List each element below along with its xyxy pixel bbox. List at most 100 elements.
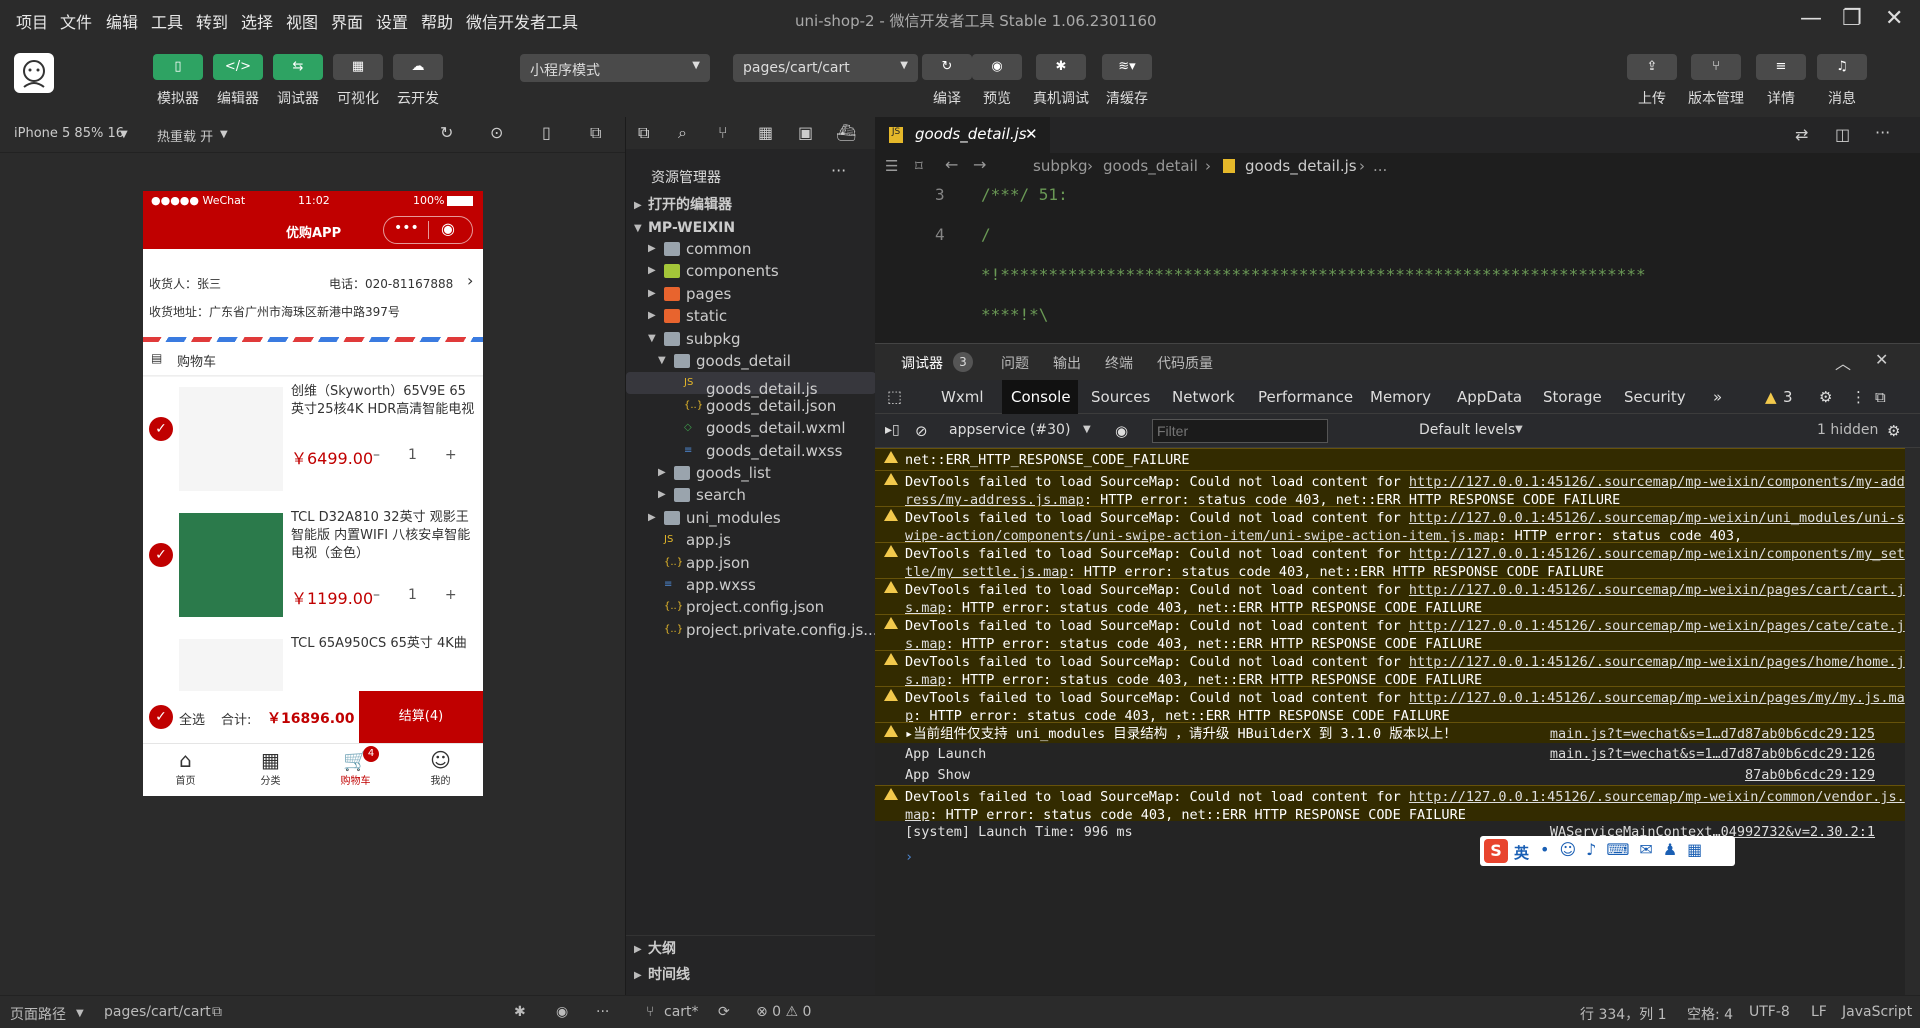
indent-spaces[interactable]: 空格: 4 xyxy=(1687,1004,1733,1024)
messages-button[interactable]: ♫ xyxy=(1817,54,1867,80)
ime-mode[interactable]: 英 xyxy=(1514,842,1529,863)
code-editor[interactable]: 3 /***/ 51: 4 / *!**********************… xyxy=(875,181,1920,343)
breadcrumb-item[interactable]: subpkg xyxy=(1033,157,1088,175)
chevron-up-icon[interactable]: ︿ xyxy=(1835,350,1851,374)
levels-select[interactable]: Default levels xyxy=(1419,422,1515,438)
tab-network[interactable]: Network xyxy=(1172,388,1235,406)
settings-icon[interactable]: ⚙ xyxy=(1887,422,1900,440)
close-icon[interactable]: ✕ xyxy=(1025,125,1038,143)
compile-button[interactable]: ↻ xyxy=(922,54,972,80)
plus-icon[interactable]: + xyxy=(445,447,457,463)
settings-icon[interactable]: ⚙ xyxy=(1819,388,1832,406)
device-select[interactable]: iPhone 5 85% 16 xyxy=(14,126,124,141)
source-link[interactable]: main.js?t=wechat&s=1…d7d87ab0b6cdc29:125 xyxy=(1550,725,1875,743)
ime-toolbar[interactable]: S 英 •☺♪⌨✉♟▦ xyxy=(1480,836,1735,866)
tree-item[interactable]: {..} project.private.config.js... xyxy=(626,619,878,641)
tab-performance[interactable]: Performance xyxy=(1258,388,1353,406)
popout-icon[interactable]: ⧉ xyxy=(590,123,601,143)
clear-console-icon[interactable]: ⊘ xyxy=(915,422,928,440)
menu-interface[interactable]: 界面 xyxy=(331,9,363,33)
tree-item[interactable]: ▶ uni_modules xyxy=(626,507,876,529)
avatar[interactable] xyxy=(14,53,54,93)
editor-button[interactable]: </> xyxy=(213,54,263,80)
tree-item[interactable]: JS goods_detail.js xyxy=(626,372,876,398)
menu-view[interactable]: 视图 xyxy=(286,9,318,33)
kebab-icon[interactable]: ⋮ xyxy=(1851,388,1866,406)
scrollbar[interactable] xyxy=(1905,448,1920,996)
git-icon[interactable]: ⑂ xyxy=(718,123,728,142)
page-select[interactable]: pages/cart/cart ▼ xyxy=(733,54,918,82)
tree-item[interactable]: JS app.js xyxy=(626,529,876,551)
tab-security[interactable]: Security xyxy=(1624,388,1686,406)
copy-icon[interactable]: ⧉ xyxy=(212,1004,222,1020)
tree-item[interactable]: {..} goods_detail.json xyxy=(626,395,876,417)
split-editor-icon[interactable]: ◫ xyxy=(1835,125,1850,144)
dock-icon[interactable]: ⧉ xyxy=(1875,388,1886,406)
tab-appdata[interactable]: AppData xyxy=(1457,388,1522,406)
eye-icon[interactable]: ◉ xyxy=(556,1004,568,1020)
console-prompt[interactable]: › xyxy=(875,848,1905,866)
back-icon[interactable]: ← xyxy=(945,155,958,174)
menu-goto[interactable]: 转到 xyxy=(196,9,228,33)
list-icon[interactable]: ☰ xyxy=(885,157,898,175)
visual-button[interactable]: ▦ xyxy=(333,54,383,80)
window-icon[interactable]: ▣ xyxy=(798,123,813,142)
timeline-section[interactable]: ▶ 时间线 xyxy=(626,962,876,989)
tab-problems[interactable]: 问题 xyxy=(1001,353,1029,373)
git-branch[interactable]: cart* xyxy=(664,1004,699,1020)
source-link[interactable]: main.js?t=wechat&s=1…d7d87ab0b6cdc29:126 xyxy=(1550,745,1875,763)
close-icon[interactable]: ✕ xyxy=(1885,6,1903,31)
more-icon[interactable]: ··· xyxy=(831,161,846,180)
menu-settings[interactable]: 设置 xyxy=(376,9,408,33)
maximize-icon[interactable]: ❐ xyxy=(1842,6,1862,31)
capsule-menu[interactable]: ••• ◉ xyxy=(383,216,473,244)
tab-wxml[interactable]: Wxml xyxy=(941,388,984,406)
tab-memory[interactable]: Memory xyxy=(1370,388,1431,406)
tab-output[interactable]: 输出 xyxy=(1053,353,1081,373)
tree-item[interactable]: ▶ components xyxy=(626,260,876,282)
version-button[interactable]: ⑂ xyxy=(1691,54,1741,80)
preview-button[interactable]: ◉ xyxy=(972,54,1022,80)
warning-count[interactable]: 3 xyxy=(1783,388,1793,406)
more-icon[interactable]: ··· xyxy=(1875,123,1890,142)
breadcrumb-item[interactable]: goods_detail xyxy=(1103,157,1198,175)
more-icon[interactable]: ··· xyxy=(596,1004,609,1020)
tree-item[interactable]: ▶ goods_list xyxy=(626,462,876,484)
eye-icon[interactable]: ◉ xyxy=(1115,422,1128,440)
tree-item[interactable]: ▼ goods_detail xyxy=(626,350,876,372)
tab-sources[interactable]: Sources xyxy=(1091,388,1150,406)
breadcrumb-item[interactable]: ... xyxy=(1373,157,1387,175)
eol[interactable]: LF xyxy=(1811,1004,1827,1020)
close-target-icon[interactable]: ◉ xyxy=(441,219,455,238)
files-icon[interactable]: ⧉ xyxy=(638,123,649,143)
rotate-icon[interactable]: ↻ xyxy=(440,123,453,142)
quantity-stepper[interactable]: – 1 + xyxy=(373,587,473,603)
minus-icon[interactable]: – xyxy=(373,587,380,603)
debugger-button[interactable]: ⇆ xyxy=(273,54,323,80)
check-icon[interactable]: ✓ xyxy=(149,543,173,567)
language-mode[interactable]: JavaScript xyxy=(1842,1004,1912,1020)
forward-icon[interactable]: → xyxy=(973,155,986,174)
tree-item[interactable]: ◇ goods_detail.wxml xyxy=(626,417,876,439)
upload-button[interactable]: ⇪ xyxy=(1627,54,1677,80)
editor-tab-active[interactable]: JS goods_detail.js ✕ xyxy=(875,117,1050,153)
filter-input[interactable] xyxy=(1152,419,1328,443)
settle-button[interactable]: 结算(4) xyxy=(359,691,483,743)
bug-icon[interactable]: ✱ xyxy=(514,1004,526,1020)
clear-cache-button[interactable]: ≋▾ xyxy=(1102,54,1152,80)
tab-home[interactable]: ⌂ 首页 xyxy=(143,744,228,796)
tab-debugger[interactable]: 调试器 xyxy=(901,353,943,373)
remote-debug-button[interactable]: ✱ xyxy=(1036,54,1086,80)
outline-section[interactable]: ▶ 大纲 xyxy=(626,935,876,962)
close-icon[interactable]: ✕ xyxy=(1875,350,1888,369)
docker-icon[interactable]: ⛴ xyxy=(836,123,856,142)
hot-reload-select[interactable]: 热重载 开 xyxy=(157,126,213,145)
tree-item[interactable]: ≡ goods_detail.wxss xyxy=(626,440,876,462)
simulator-button[interactable]: ▯ xyxy=(153,54,203,80)
context-select[interactable]: appservice (#30) ▼ xyxy=(945,418,1095,444)
tab-cart[interactable]: 🛒 购物车 4 xyxy=(313,744,398,796)
source-link[interactable]: 87ab0b6cdc29:129 xyxy=(1745,766,1875,784)
quantity-stepper[interactable]: – 1 + xyxy=(373,447,473,463)
bookmark-icon[interactable]: ⌑ xyxy=(915,157,923,175)
tab-storage[interactable]: Storage xyxy=(1543,388,1602,406)
